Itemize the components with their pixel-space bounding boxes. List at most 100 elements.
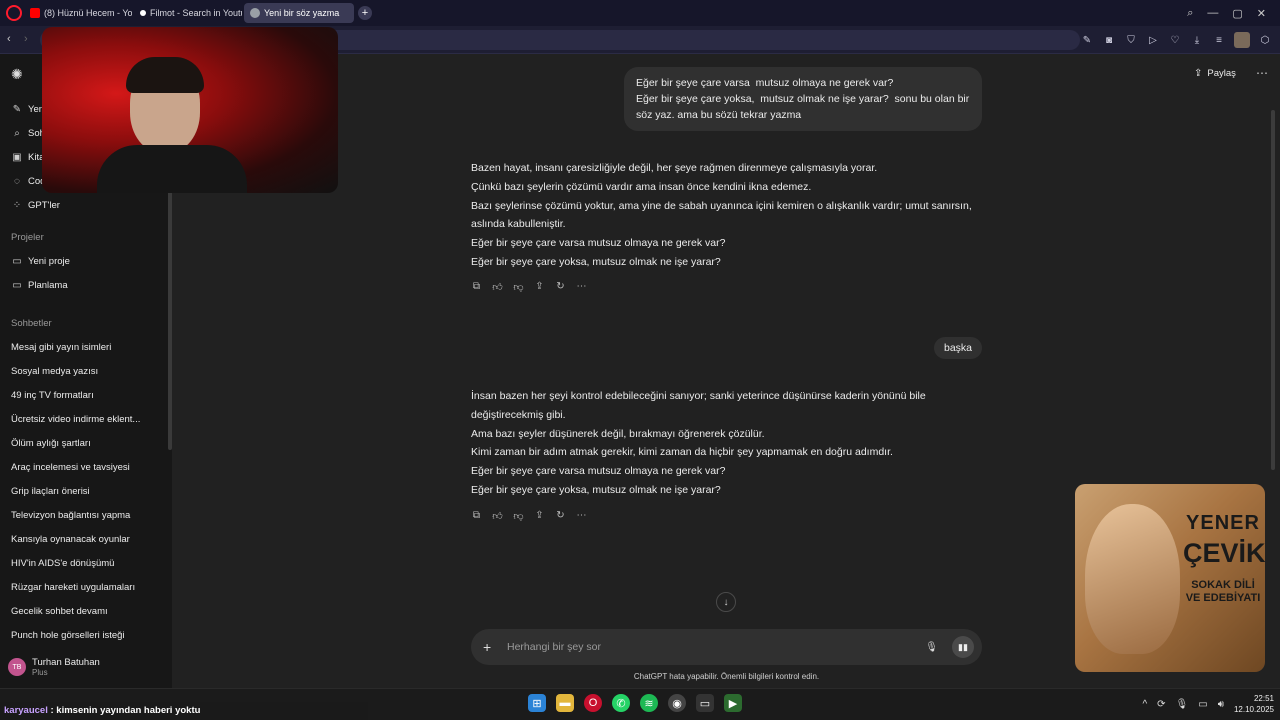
opera-icon[interactable]: O: [584, 694, 602, 712]
close-button[interactable]: ✕: [1257, 7, 1266, 20]
chat-item[interactable]: Sosyal medya yazısı: [11, 366, 98, 377]
poster-subtitle: SOKAK DİLİ VE EDEBİYATI: [1185, 579, 1261, 604]
back-icon[interactable]: ‹: [7, 33, 11, 45]
minimize-button[interactable]: —: [1207, 7, 1218, 19]
chatgpt-logo-icon[interactable]: ✺: [11, 66, 23, 83]
tab-youtube[interactable]: (8) Hüznü Hecem - Yo: [24, 3, 132, 23]
address-bar-icons: ✎ ◙ ⛉ ▷ ♡ ⤓ ≡ ⬡: [1080, 30, 1272, 50]
user-profile[interactable]: TB Turhan Batuhan Plus: [8, 652, 168, 682]
assistant-message: İnsan bazen her şeyi kontrol edebileceği…: [471, 390, 926, 496]
poster-title-2: ÇEVİK: [1183, 538, 1265, 568]
chat-item[interactable]: HIV'in AIDS'e dönüşümü: [11, 558, 114, 569]
clock[interactable]: 22:51 12.10.2025: [1234, 693, 1274, 715]
file-explorer-icon[interactable]: ▬: [556, 694, 574, 712]
copy-icon[interactable]: ⧉: [471, 281, 482, 293]
terminal-icon[interactable]: ▭: [696, 694, 714, 712]
windows-start-icon[interactable]: ⊞: [528, 694, 546, 712]
extensions-icon[interactable]: ⬡: [1258, 35, 1272, 46]
volume-icon[interactable]: 🔊︎: [1218, 699, 1224, 710]
spotify-icon[interactable]: ≋: [640, 694, 658, 712]
download-icon[interactable]: ⤓: [1190, 35, 1204, 46]
clock-time: 22:51: [1253, 694, 1274, 703]
sidebar-item-gpts[interactable]: ⁘ GPT'ler: [11, 200, 60, 211]
filmot-icon: [140, 10, 146, 16]
camera-icon[interactable]: ◙: [1102, 35, 1116, 46]
obs-icon[interactable]: ◉: [668, 694, 686, 712]
share-icon[interactable]: ⇪: [534, 510, 545, 522]
search-icon[interactable]: ⌕: [1187, 7, 1193, 20]
more-options-icon[interactable]: ⋯: [1256, 66, 1268, 80]
new-chat-icon: ✎: [12, 104, 22, 115]
prompt-input[interactable]: Herhangi bir şey sor: [507, 641, 925, 653]
maximize-button[interactable]: ▢: [1232, 7, 1242, 20]
sync-icon[interactable]: ⟳: [1157, 699, 1165, 710]
chat-item[interactable]: Televizyon bağlantısı yapma: [11, 510, 130, 521]
edit-icon[interactable]: ✎: [1080, 35, 1094, 46]
thumbs-up-icon[interactable]: 👍︎: [492, 510, 503, 522]
app-icon[interactable]: ▶: [724, 694, 742, 712]
folder-icon: ▭: [12, 280, 22, 291]
new-tab-button[interactable]: +: [358, 6, 372, 20]
user-plan: Plus: [32, 668, 48, 677]
plus-icon[interactable]: +: [483, 639, 497, 655]
opera-logo-icon[interactable]: [6, 5, 22, 21]
chat-item[interactable]: Ücretsiz video indirme eklent...: [11, 414, 140, 425]
chat-item[interactable]: Ölüm aylığı şartları: [11, 438, 91, 449]
composer: + Herhangi bir şey sor 🎙︎ ▮▮: [471, 629, 982, 665]
poster-title-1: YENER: [1186, 512, 1260, 534]
webcam-hair: [126, 57, 204, 93]
regenerate-icon[interactable]: ↻: [555, 281, 566, 293]
regenerate-icon[interactable]: ↻: [555, 510, 566, 522]
more-icon[interactable]: ⋯: [576, 281, 587, 293]
more-icon[interactable]: ⋯: [576, 510, 587, 522]
send-icon[interactable]: ▷: [1146, 35, 1160, 46]
share-button[interactable]: ⇪ Paylaş: [1194, 68, 1236, 79]
user-name: Turhan Batuhan: [32, 657, 100, 668]
chat-item[interactable]: 49 inç TV formatları: [11, 390, 94, 401]
mic-icon[interactable]: 🎙︎: [1176, 699, 1189, 710]
disclaimer: ChatGPT hata yapabilir. Önemli bilgileri…: [633, 672, 820, 681]
sidebar-item-planlama[interactable]: ▭ Planlama: [11, 280, 67, 291]
chat-item[interactable]: Mesaj gibi yayın isimleri: [11, 342, 111, 353]
share-icon: ⇪: [1194, 68, 1203, 79]
heart-icon[interactable]: ♡: [1168, 35, 1182, 46]
tab-filmot[interactable]: Filmot - Search in Youtub: [134, 3, 242, 23]
chat-item[interactable]: Kansıyla oynanacak oyunlar: [11, 534, 130, 545]
thumbs-down-icon[interactable]: 👎︎: [513, 281, 524, 293]
webcam-body: [97, 145, 247, 193]
mic-icon[interactable]: 🎙︎: [925, 642, 938, 653]
chat-item[interactable]: Punch hole görselleri isteği: [11, 630, 125, 641]
youtube-icon: [30, 8, 40, 18]
taskbar-apps: ⊞ ▬ O ✆ ≋ ◉ ▭ ▶: [528, 694, 742, 714]
folder-plus-icon: ▭: [12, 256, 22, 267]
copy-icon[interactable]: ⧉: [471, 510, 482, 522]
tab-chatgpt[interactable]: Yeni bir söz yazma: [244, 3, 354, 23]
menu-icon[interactable]: ≡: [1212, 35, 1226, 46]
sidebar-item-new-project[interactable]: ▭ Yeni proje: [11, 256, 70, 267]
chat-item[interactable]: Grip ilaçları önerisi: [11, 486, 90, 497]
scroll-down-button[interactable]: ↓: [716, 592, 736, 612]
network-icon[interactable]: ▭: [1198, 699, 1207, 710]
chevron-up-icon[interactable]: ^: [1142, 699, 1147, 710]
share-icon[interactable]: ⇪: [534, 281, 545, 293]
poster-face: [1085, 504, 1180, 654]
chat-item[interactable]: Araç incelemesi ve tavsiyesi: [11, 462, 130, 473]
avatar: TB: [8, 658, 26, 676]
system-tray: ^ ⟳ 🎙︎ ▭ 🔊︎: [1142, 694, 1224, 714]
assistant-message: Bazen hayat, insanı çaresizliğiyle değil…: [471, 162, 972, 268]
thumbs-down-icon[interactable]: 👎︎: [513, 510, 524, 522]
user-message: başka: [934, 337, 982, 359]
shield-icon[interactable]: ⛉: [1124, 35, 1138, 46]
chatgpt-tab-icon: [250, 8, 260, 18]
chat-item[interactable]: Gecelik sohbet devamı: [11, 606, 108, 617]
whatsapp-icon[interactable]: ✆: [612, 694, 630, 712]
profile-avatar[interactable]: [1234, 32, 1250, 48]
forward-icon[interactable]: ›: [24, 33, 28, 45]
book-cover-overlay: YENER ÇEVİK SOKAK DİLİ VE EDEBİYATI: [1075, 484, 1265, 672]
main-scrollbar[interactable]: [1271, 110, 1275, 470]
voice-mode-button[interactable]: ▮▮: [952, 636, 974, 658]
chat-item[interactable]: Rüzgar hareketi uygulamaları: [11, 582, 135, 593]
thumbs-up-icon[interactable]: 👍︎: [492, 281, 503, 293]
browser-tab-bar: (8) Hüznü Hecem - Yo Filmot - Search in …: [0, 0, 1280, 26]
projects-header: Projeler: [11, 232, 44, 243]
